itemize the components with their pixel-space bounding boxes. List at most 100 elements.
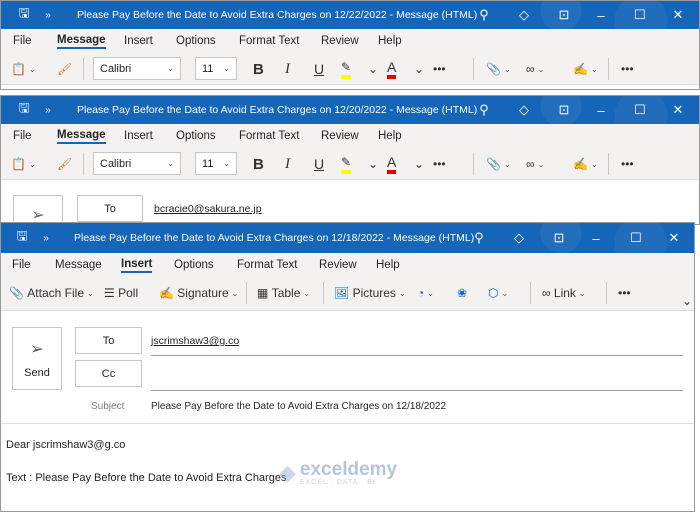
more-commands-icon[interactable]: » <box>31 223 61 253</box>
send-button[interactable]: ➢ Send <box>12 327 62 390</box>
more-commands-icon[interactable]: » <box>33 96 63 124</box>
tab-options[interactable]: Options <box>174 259 214 271</box>
font-color-button[interactable]: A <box>387 154 397 174</box>
minimize-button[interactable]: – <box>581 223 611 253</box>
body-text[interactable]: Text : Please Pay Before the Date to Avo… <box>6 472 286 484</box>
tab-insert[interactable]: Insert <box>124 35 153 47</box>
close-button[interactable]: ✕ <box>663 1 693 29</box>
more-format-button[interactable]: ••• <box>433 59 446 79</box>
tab-insert[interactable]: Insert <box>124 130 153 142</box>
link-icon[interactable]: ∞ ⌄ <box>526 154 544 174</box>
tab-help[interactable]: Help <box>376 259 400 271</box>
body-greeting[interactable]: Dear jscrimshaw3@g.co <box>6 439 125 451</box>
underline-button[interactable]: U <box>314 59 324 79</box>
maximize-button[interactable]: ☐ <box>621 223 651 253</box>
highlight-icon[interactable]: ✎ <box>341 59 352 79</box>
more-options-button[interactable]: ••• <box>618 283 631 303</box>
highlight-icon[interactable]: ✎ <box>341 154 352 174</box>
italic-button[interactable]: I <box>285 59 290 79</box>
tab-help[interactable]: Help <box>378 35 402 47</box>
maximize-button[interactable]: ☐ <box>625 1 655 29</box>
font-select[interactable]: Calibri ⌄ <box>93 152 181 175</box>
format-painter-icon[interactable]: 🖌 <box>57 154 72 174</box>
diamond-icon[interactable]: ◇ <box>509 1 539 29</box>
signature-icon[interactable]: ✍ ⌄ <box>573 59 598 79</box>
poll-button[interactable]: ☰ Poll <box>104 283 138 303</box>
close-button[interactable]: ✕ <box>659 223 689 253</box>
tab-review[interactable]: Review <box>321 130 359 142</box>
to-field[interactable]: jscrimshaw3@g.co <box>151 335 239 347</box>
italic-button[interactable]: I <box>285 154 290 174</box>
format-painter-icon[interactable]: 🖌 <box>57 59 72 79</box>
signature-icon[interactable]: ✍ ⌄ <box>573 154 598 174</box>
diamond-icon[interactable]: ◇ <box>509 96 539 124</box>
table-button[interactable]: ▦ Table ⌄ <box>257 283 310 303</box>
tab-insert[interactable]: Insert <box>121 258 153 273</box>
to-button[interactable]: To <box>77 195 143 222</box>
attach-icon[interactable]: 📎 ⌄ <box>486 59 511 79</box>
font-size-select[interactable]: 11 ⌄ <box>195 57 237 80</box>
font-select[interactable]: Calibri ⌄ <box>93 57 181 80</box>
tab-review[interactable]: Review <box>321 35 359 47</box>
3d-models-icon[interactable]: ⬡ ⌄ <box>488 283 508 303</box>
restore-ribbon-icon[interactable]: ⊡ <box>549 1 579 29</box>
tab-format-text[interactable]: Format Text <box>239 130 300 142</box>
attach-file-button[interactable]: 📎 Attach File ⌄ <box>9 283 94 303</box>
attach-icon[interactable]: 📎 ⌄ <box>486 154 511 174</box>
title-bar: 🖫 » Please Pay Before the Date to Avoid … <box>1 1 699 29</box>
expand-ribbon-icon[interactable]: ⌄ <box>682 291 692 311</box>
tab-message[interactable]: Message <box>57 34 106 49</box>
signature-button[interactable]: ✍ Signature ⌄ <box>159 283 238 303</box>
shapes-icon[interactable]: ◔ ⌄ <box>417 283 434 303</box>
more-commands-icon[interactable]: » <box>33 1 63 29</box>
message-window-3: 🖫 » Please Pay Before the Date to Avoid … <box>0 222 695 512</box>
tab-options[interactable]: Options <box>176 35 216 47</box>
underline-button[interactable]: U <box>314 154 324 174</box>
tab-help[interactable]: Help <box>378 130 402 142</box>
send-button[interactable]: ➢ <box>13 195 63 224</box>
highlight-dropdown[interactable]: ⌄ <box>368 59 378 79</box>
font-size-select[interactable]: 11 ⌄ <box>195 152 237 175</box>
restore-ribbon-icon[interactable]: ⊡ <box>544 223 574 253</box>
tab-file[interactable]: File <box>12 259 31 271</box>
link-icon[interactable]: ∞ ⌄ <box>526 59 544 79</box>
search-icon[interactable]: ⚲ <box>469 1 499 29</box>
minimize-button[interactable]: – <box>586 96 616 124</box>
restore-ribbon-icon[interactable]: ⊡ <box>549 96 579 124</box>
subject-label: Subject <box>91 401 125 412</box>
header-divider <box>1 423 694 424</box>
tab-format-text[interactable]: Format Text <box>239 35 300 47</box>
tab-file[interactable]: File <box>13 130 32 142</box>
highlight-dropdown[interactable]: ⌄ <box>368 154 378 174</box>
tab-review[interactable]: Review <box>319 259 357 271</box>
more-format-button[interactable]: ••• <box>433 154 446 174</box>
bold-button[interactable]: B <box>253 154 264 174</box>
to-recipient[interactable]: bcracie0@sakura.ne.jp <box>154 203 262 215</box>
tab-message[interactable]: Message <box>57 129 106 144</box>
font-color-dropdown[interactable]: ⌄ <box>414 59 424 79</box>
paste-icon[interactable]: 📋 ⌄ <box>11 154 36 174</box>
link-button[interactable]: ∞ Link ⌄ <box>542 283 586 303</box>
diamond-icon[interactable]: ◇ <box>504 223 534 253</box>
minimize-button[interactable]: – <box>586 1 616 29</box>
pictures-button[interactable]: 🖼 Pictures ⌄ <box>334 283 406 303</box>
maximize-button[interactable]: ☐ <box>625 96 655 124</box>
subject-field[interactable]: Please Pay Before the Date to Avoid Extr… <box>151 401 446 412</box>
tab-options[interactable]: Options <box>176 130 216 142</box>
font-color-dropdown[interactable]: ⌄ <box>414 154 424 174</box>
watermark-tagline: EXCEL · DATA · BI <box>299 479 376 486</box>
close-button[interactable]: ✕ <box>663 96 693 124</box>
to-button[interactable]: To <box>75 327 142 354</box>
tab-format-text[interactable]: Format Text <box>237 259 298 271</box>
bold-button[interactable]: B <box>253 59 264 79</box>
paste-icon[interactable]: 📋 ⌄ <box>11 59 36 79</box>
more-options-button[interactable]: ••• <box>621 154 634 174</box>
more-options-button[interactable]: ••• <box>621 59 634 79</box>
tab-message[interactable]: Message <box>55 259 102 271</box>
font-color-button[interactable]: A <box>387 59 397 79</box>
tab-file[interactable]: File <box>13 35 32 47</box>
search-icon[interactable]: ⚲ <box>464 223 494 253</box>
search-icon[interactable]: ⚲ <box>469 96 499 124</box>
icons-icon[interactable]: ❀ <box>457 283 467 303</box>
cc-button[interactable]: Cc <box>75 360 142 387</box>
